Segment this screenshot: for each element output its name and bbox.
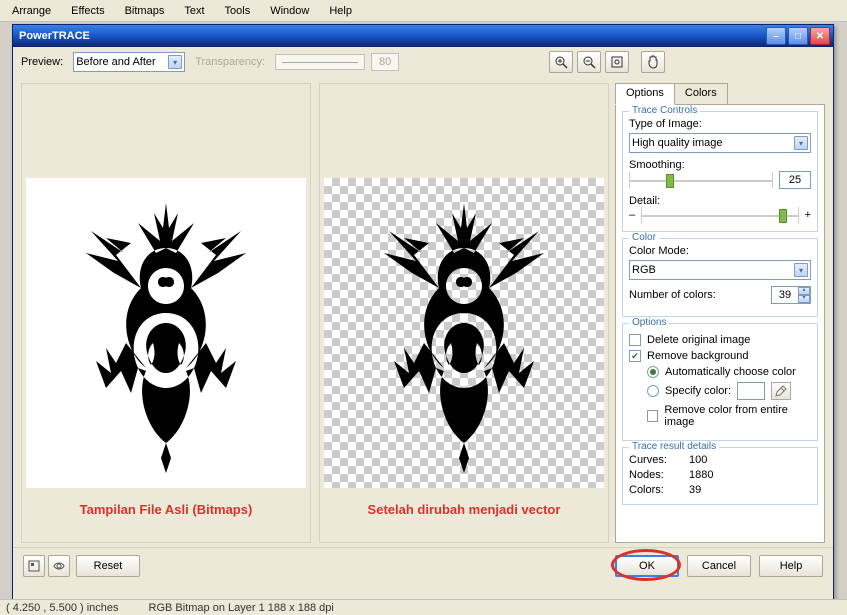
- smoothing-label: Smoothing:: [629, 159, 811, 171]
- spin-up-icon[interactable]: ▴: [798, 287, 810, 295]
- menu-help[interactable]: Help: [321, 3, 360, 19]
- remove-entire-checkbox[interactable]: [647, 410, 658, 422]
- curves-label: Curves:: [629, 454, 689, 466]
- traced-caption: Setelah dirubah menjadi vector: [368, 502, 561, 517]
- zoom-in-button[interactable]: [549, 51, 573, 73]
- original-preview-panel: Tampilan File Asli (Bitmaps): [21, 83, 311, 543]
- delete-original-checkbox[interactable]: [629, 334, 641, 346]
- spin-down-icon[interactable]: ▾: [798, 295, 810, 303]
- options-panel: Trace Controls Type of Image: High quali…: [615, 104, 825, 543]
- pan-button[interactable]: [641, 51, 665, 73]
- menu-tools[interactable]: Tools: [217, 3, 259, 19]
- tab-colors[interactable]: Colors: [674, 83, 728, 105]
- menu-window[interactable]: Window: [262, 3, 317, 19]
- menu-text[interactable]: Text: [176, 3, 212, 19]
- options-group: Options: [629, 317, 669, 328]
- dialog-toolbar: Preview: Before and After ▾ Transparency…: [13, 47, 833, 77]
- num-colors-label: Number of colors:: [629, 289, 765, 301]
- original-caption: Tampilan File Asli (Bitmaps): [80, 502, 253, 517]
- minimize-button[interactable]: –: [766, 27, 786, 45]
- chevron-down-icon: ▾: [794, 136, 808, 150]
- transparency-slider: [275, 54, 365, 70]
- nodes-value: 1880: [689, 469, 811, 481]
- trace-controls-group: Trace Controls: [629, 105, 700, 116]
- powertrace-dialog: PowerTRACE – □ ✕ Preview: Before and Aft…: [12, 24, 834, 606]
- detail-plus: +: [805, 209, 811, 221]
- eyedropper-button[interactable]: [771, 382, 791, 400]
- colors-value: 39: [689, 484, 811, 496]
- menu-arrange[interactable]: Arrange: [4, 3, 59, 19]
- maximize-button[interactable]: □: [788, 27, 808, 45]
- preview-icon-button[interactable]: [48, 555, 70, 577]
- preview-select[interactable]: Before and After ▾: [73, 52, 185, 72]
- color-mode-label: Color Mode:: [629, 245, 811, 257]
- specify-color-radio[interactable]: [647, 385, 659, 397]
- specify-color-label: Specify color:: [665, 385, 731, 397]
- type-of-image-label: Type of Image:: [629, 118, 811, 130]
- dialog-title: PowerTRACE: [19, 30, 90, 42]
- traced-preview-panel: Setelah dirubah menjadi vector: [319, 83, 609, 543]
- help-button[interactable]: Help: [759, 555, 823, 577]
- tab-options[interactable]: Options: [615, 83, 675, 105]
- chevron-down-icon: ▾: [794, 263, 808, 277]
- color-group: Color: [629, 232, 659, 243]
- auto-color-label: Automatically choose color: [665, 366, 796, 378]
- detail-slider[interactable]: [641, 207, 798, 223]
- traced-canvas[interactable]: [324, 178, 604, 488]
- close-button[interactable]: ✕: [810, 27, 830, 45]
- status-info: RGB Bitmap on Layer 1 188 x 188 dpi: [149, 602, 334, 614]
- delete-original-label: Delete original image: [647, 334, 750, 346]
- fit-page-button[interactable]: [605, 51, 629, 73]
- chevron-down-icon: ▾: [168, 55, 182, 69]
- colors-label: Colors:: [629, 484, 689, 496]
- zoom-out-button[interactable]: [577, 51, 601, 73]
- color-mode-select[interactable]: RGB ▾: [629, 260, 811, 280]
- smoothing-slider[interactable]: [629, 172, 773, 188]
- options-icon-button[interactable]: [23, 555, 45, 577]
- status-coord: ( 4.250 , 5.500 ) inches: [6, 602, 119, 614]
- ok-button[interactable]: OK: [615, 555, 679, 577]
- result-details-group: Trace result details: [629, 441, 719, 452]
- menu-bitmaps[interactable]: Bitmaps: [117, 3, 173, 19]
- preview-label: Preview:: [21, 56, 63, 68]
- num-colors-spinner[interactable]: 39 ▴▾: [771, 286, 811, 304]
- reset-button[interactable]: Reset: [76, 555, 140, 577]
- original-canvas[interactable]: [26, 178, 306, 488]
- app-menubar: Arrange Effects Bitmaps Text Tools Windo…: [0, 0, 847, 22]
- menu-effects[interactable]: Effects: [63, 3, 112, 19]
- curves-value: 100: [689, 454, 811, 466]
- cancel-button[interactable]: Cancel: [687, 555, 751, 577]
- remove-background-label: Remove background: [647, 350, 749, 362]
- auto-color-radio[interactable]: [647, 366, 659, 378]
- specify-color-swatch[interactable]: [737, 382, 765, 400]
- remove-background-checkbox[interactable]: ✔: [629, 350, 641, 362]
- detail-minus: –: [629, 209, 635, 221]
- smoothing-value[interactable]: 25: [779, 171, 811, 189]
- transparency-value: 80: [371, 53, 399, 71]
- status-bar: ( 4.250 , 5.500 ) inches RGB Bitmap on L…: [0, 599, 847, 615]
- transparency-label: Transparency:: [195, 56, 265, 68]
- titlebar[interactable]: PowerTRACE – □ ✕: [13, 25, 833, 47]
- type-of-image-select[interactable]: High quality image ▾: [629, 133, 811, 153]
- detail-label: Detail:: [629, 195, 811, 207]
- remove-entire-label: Remove color from entire image: [664, 404, 811, 428]
- nodes-label: Nodes:: [629, 469, 689, 481]
